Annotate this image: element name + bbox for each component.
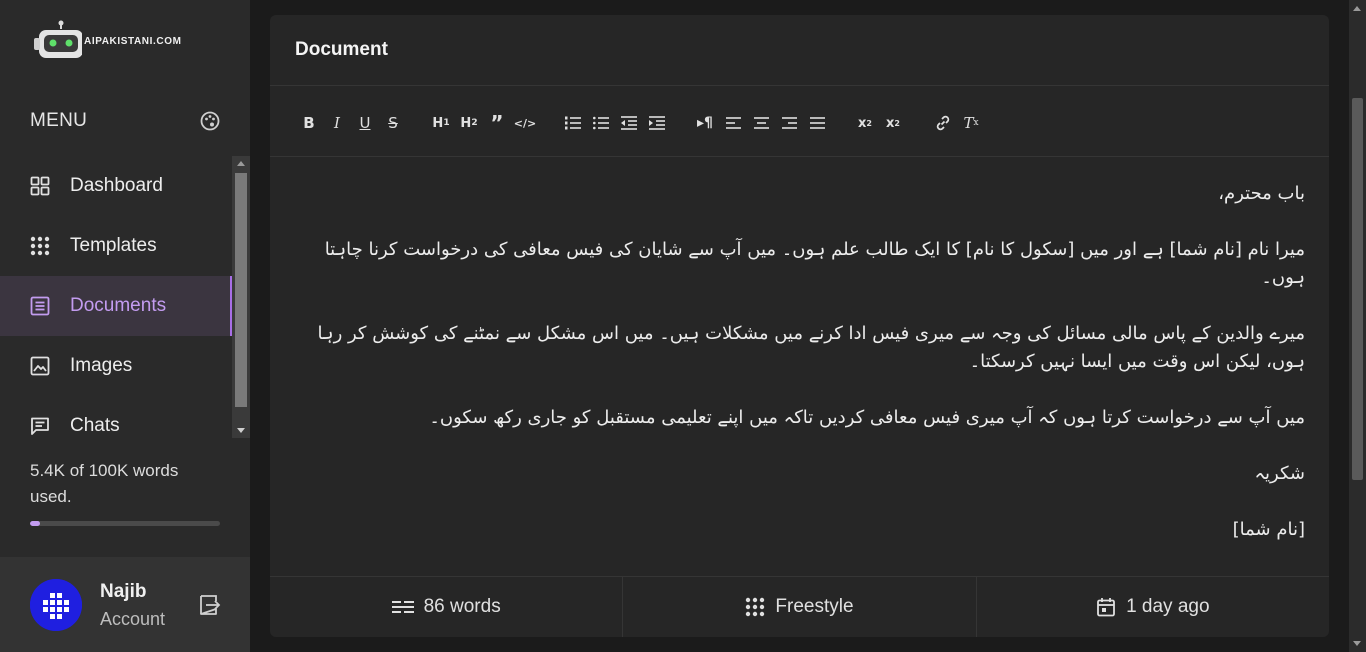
sidebar-item-label: Templates — [70, 235, 157, 256]
link-icon[interactable] — [932, 112, 954, 134]
indent-icon[interactable] — [646, 112, 668, 134]
sidebar: AIPAKISTANI.COM MENU Dashboard Templates… — [0, 0, 250, 652]
template-type: Freestyle — [622, 577, 975, 637]
user-panel: Najib Account — [0, 557, 250, 652]
divider — [270, 156, 1329, 157]
page-title: Document — [295, 39, 388, 60]
paragraph-thanks: شکریہ — [1254, 463, 1305, 484]
paragraph-signature: [نام شما] — [1232, 519, 1305, 540]
palette-icon[interactable] — [200, 111, 220, 131]
menu-title: MENU — [30, 110, 88, 131]
chat-icon — [30, 416, 50, 436]
editor-toolbar: B I U S H1 H2 ” </> ▸¶ x2 x 2 T x — [270, 86, 1329, 156]
heading2-button[interactable]: H2 — [458, 112, 480, 134]
sidebar-item-label: Chats — [70, 415, 120, 436]
blockquote-icon[interactable]: ” — [486, 111, 508, 135]
brand-name: AIPAKISTANI.COM — [84, 35, 182, 47]
grid-icon — [30, 176, 50, 196]
text-lines-icon — [391, 600, 414, 614]
align-center-icon[interactable] — [750, 112, 772, 134]
text-direction-icon[interactable]: ▸¶ — [694, 112, 716, 134]
sidebar-item-documents[interactable]: Documents — [0, 276, 232, 336]
superscript-icon[interactable]: x2 — [882, 112, 904, 134]
scroll-up-arrow-icon[interactable] — [1353, 6, 1361, 11]
scroll-down-arrow-icon[interactable] — [1353, 641, 1361, 646]
code-icon[interactable]: </> — [514, 112, 536, 134]
bold-button[interactable]: B — [298, 112, 320, 134]
bullet-list-icon[interactable] — [590, 112, 612, 134]
calendar-icon — [1096, 597, 1116, 617]
robot-logo-icon — [34, 20, 82, 58]
scrollbar-thumb[interactable] — [1352, 98, 1363, 480]
scrollbar-thumb[interactable] — [235, 173, 247, 407]
brand-logo[interactable]: AIPAKISTANI.COM — [32, 20, 182, 62]
strikethrough-button[interactable]: S — [382, 112, 404, 134]
document-card: Document B I U S H1 H2 ” </> ▸¶ x 2 x 2 … — [270, 15, 1329, 637]
sidebar-item-label: Documents — [70, 295, 167, 316]
clear-format-icon[interactable]: Tx — [960, 112, 982, 134]
user-account-link[interactable]: Account — [100, 609, 165, 630]
paragraph-reason: میرے والدین کے پاس مالی مسائل کی وجہ سے … — [317, 323, 1305, 372]
outdent-icon[interactable] — [618, 112, 640, 134]
user-name: Najib — [100, 581, 147, 602]
align-left-icon[interactable] — [722, 112, 744, 134]
sidebar-item-chats[interactable]: Chats — [0, 396, 232, 438]
page-scrollbar[interactable] — [1349, 0, 1366, 652]
italic-button[interactable]: I — [326, 112, 348, 134]
document-editor[interactable]: باب محترم، میرا نام [نام شما] ہے اور میں… — [295, 180, 1305, 572]
image-icon — [30, 356, 50, 376]
underline-button[interactable]: U — [354, 112, 376, 134]
template-type-text: Freestyle — [775, 596, 854, 617]
paragraph-request: میں آپ سے درخواست کرتا ہوں کہ آپ میری فی… — [429, 407, 1305, 428]
usage-progress-bar — [30, 521, 220, 526]
align-justify-icon[interactable] — [806, 112, 828, 134]
usage-progress-fill — [30, 521, 41, 526]
last-updated: 1 day ago — [975, 577, 1329, 637]
document-footer: 86 words Freestyle 1 day ago — [270, 577, 1329, 637]
sidebar-item-label: Images — [70, 355, 133, 376]
word-count-text: 86 words — [423, 596, 501, 617]
sidebar-nav: Dashboard Templates Documents Images Cha… — [0, 156, 232, 438]
sidebar-item-label: Dashboard — [70, 175, 163, 196]
heading1-button[interactable]: H1 — [430, 112, 452, 134]
document-icon — [30, 296, 50, 316]
menu-header: MENU — [30, 110, 220, 132]
align-right-icon[interactable] — [778, 112, 800, 134]
subscript-icon[interactable]: x2 — [854, 112, 876, 134]
dots-grid-icon — [745, 597, 765, 617]
sidebar-scrollbar[interactable] — [232, 156, 250, 438]
scroll-up-arrow-icon[interactable] — [237, 161, 245, 166]
dots-grid-icon — [30, 236, 50, 256]
ordered-list-icon[interactable] — [562, 112, 584, 134]
usage-text: 5.4K of 100K words used. — [30, 461, 179, 506]
paragraph-intro: میرا نام [نام شما] ہے اور میں [سکول کا ن… — [324, 239, 1305, 288]
sidebar-item-templates[interactable]: Templates — [0, 216, 232, 276]
scroll-down-arrow-icon[interactable] — [237, 428, 245, 433]
sidebar-item-images[interactable]: Images — [0, 336, 232, 396]
logout-icon[interactable] — [198, 593, 222, 617]
sidebar-item-dashboard[interactable]: Dashboard — [0, 156, 232, 216]
paragraph-salutation: باب محترم، — [1218, 183, 1305, 204]
avatar[interactable] — [30, 579, 82, 631]
word-count: 86 words — [270, 577, 622, 637]
last-updated-text: 1 day ago — [1126, 596, 1210, 617]
